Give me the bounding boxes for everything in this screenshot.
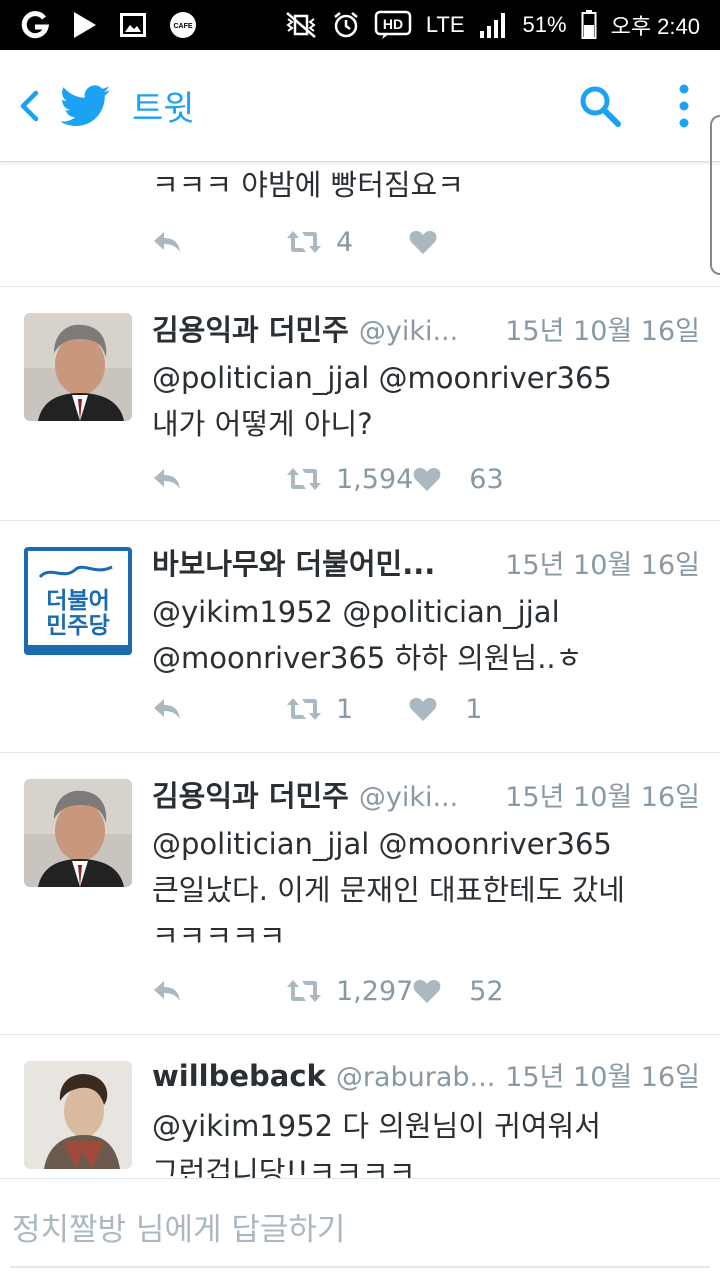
tweet-item[interactable]: 김용익과 더민주 @yiki... 15년 10월 16일 @politicia… <box>0 287 720 521</box>
retweet-icon <box>287 980 321 1002</box>
like-button[interactable] <box>409 229 437 255</box>
side-panel-handle[interactable] <box>710 115 720 275</box>
battery-percent: 51% <box>522 12 567 37</box>
retweet-icon <box>287 231 321 253</box>
reply-icon <box>154 699 180 719</box>
tweet-date: 15년 10월 16일 <box>505 550 700 581</box>
input-underline <box>10 1266 710 1268</box>
tweet-text: ㅋㅋㅋ 야밤에 빵터짐요ㅋ <box>152 168 464 202</box>
app-bar: 트윗 <box>0 50 720 162</box>
retweet-icon <box>287 698 321 720</box>
reply-button[interactable] <box>152 467 286 491</box>
user-avatar[interactable] <box>24 1061 132 1169</box>
app-g-icon <box>20 10 50 40</box>
tweet-item[interactable]: 김용익과 더민주 @yiki... 15년 10월 16일 @politicia… <box>0 753 720 1035</box>
svg-text:CAFE: CAFE <box>173 23 192 30</box>
author-handle[interactable]: @yiki... <box>359 782 458 813</box>
network-type: LTE <box>425 12 465 37</box>
clock: 오후 2:40 <box>610 14 700 39</box>
status-bar: CAFE HD LTE 51% 오후 2:40 <box>0 0 720 50</box>
author-handle[interactable]: @raburab... <box>336 1062 495 1093</box>
reply-button[interactable] <box>152 230 286 254</box>
tweet-text: @yikim1952 @politician_jjal @moonriver36… <box>152 595 583 675</box>
twitter-logo-icon <box>60 84 110 127</box>
more-vertical-icon <box>679 84 689 127</box>
retweet-button[interactable]: 4 <box>286 227 353 258</box>
hd-voice-icon: HD <box>374 10 412 40</box>
reply-timeline: ㅋㅋㅋ 야밤에 빵터짐요ㅋ 4 김용익과 더민주 @yiki... 15년 10… <box>0 162 720 1178</box>
tweet-date: 15년 10월 16일 <box>505 1062 700 1093</box>
avatar-logo-text: 더불어 민주당 <box>46 588 110 639</box>
heart-icon <box>409 697 437 721</box>
tweet-date: 15년 10월 16일 <box>505 316 700 347</box>
signal-icon <box>479 11 509 39</box>
tweet-text: @yikim1952 다 의원님이 귀여워서 그런겁니당!!ㅋㅋㅋㅋ <box>152 1109 601 1178</box>
reply-icon <box>154 232 180 252</box>
like-button[interactable]: 52 <box>413 975 504 1007</box>
retweet-count: 4 <box>336 226 354 258</box>
tweet-text: @politician_jjal @moonriver365 큰일났다. 이게 … <box>152 827 625 953</box>
reply-icon <box>154 469 180 489</box>
more-options-button[interactable] <box>664 76 704 136</box>
like-button[interactable]: 63 <box>413 463 504 495</box>
battery-icon <box>581 10 597 40</box>
reply-button[interactable] <box>152 697 286 721</box>
tweet-item[interactable]: 더불어 민주당 바보나무와 더불어민... 15년 10월 16일 @yikim… <box>0 521 720 753</box>
chevron-left-icon <box>20 90 39 121</box>
play-store-icon <box>72 11 98 39</box>
back-button[interactable] <box>12 81 46 131</box>
retweet-button[interactable]: 1 <box>286 694 353 725</box>
reply-button[interactable] <box>152 979 286 1003</box>
cafe-icon: CAFE <box>168 10 200 40</box>
retweet-count: 1,297 <box>336 975 414 1007</box>
retweet-count: 1 <box>336 693 354 725</box>
like-button[interactable]: 1 <box>409 694 482 725</box>
user-avatar[interactable] <box>24 779 132 887</box>
author-name[interactable]: 김용익과 더민주 <box>152 773 349 815</box>
like-count: 1 <box>465 693 483 725</box>
heart-icon <box>413 467 441 491</box>
user-avatar[interactable] <box>24 313 132 421</box>
retweet-count: 1,594 <box>336 463 414 495</box>
like-count: 52 <box>469 975 504 1007</box>
search-button[interactable] <box>570 76 630 136</box>
author-name[interactable]: 김용익과 더민주 <box>152 307 349 349</box>
retweet-button[interactable]: 1,594 <box>286 464 413 495</box>
tweet-item[interactable]: ㅋㅋㅋ 야밤에 빵터짐요ㅋ 4 <box>0 162 720 287</box>
heart-icon <box>413 979 441 1003</box>
user-avatar[interactable]: 더불어 민주당 <box>24 547 132 655</box>
tweet-text: @politician_jjal @moonriver365 내가 어떻게 아니… <box>152 361 612 441</box>
author-handle[interactable]: @yiki... <box>359 316 458 347</box>
tweet-item[interactable]: willbeback @raburab... 15년 10월 16일 @yiki… <box>0 1035 720 1178</box>
like-count: 63 <box>469 463 504 495</box>
vibrate-mute-icon <box>284 11 318 39</box>
reply-input[interactable] <box>12 1199 702 1260</box>
search-icon <box>580 86 621 127</box>
retweet-icon <box>287 468 321 490</box>
reply-composer <box>0 1178 720 1280</box>
retweet-button[interactable]: 1,297 <box>286 976 413 1007</box>
alarm-icon <box>332 11 360 39</box>
svg-text:HD: HD <box>383 16 403 32</box>
tweet-date: 15년 10월 16일 <box>505 782 700 813</box>
author-name[interactable]: 바보나무와 더불어민... <box>152 541 435 583</box>
reply-icon <box>154 981 180 1001</box>
author-name[interactable]: willbeback <box>152 1059 326 1093</box>
page-title: 트윗 <box>132 89 195 129</box>
heart-icon <box>409 230 437 254</box>
gallery-icon <box>120 13 146 37</box>
